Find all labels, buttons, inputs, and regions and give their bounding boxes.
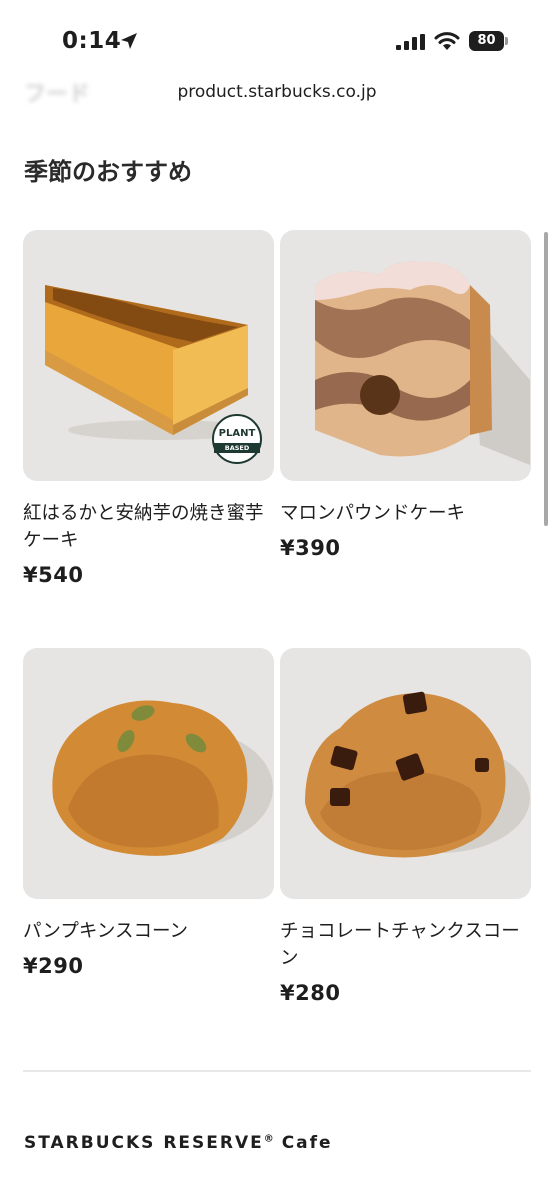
battery-icon: 80 (469, 31, 509, 51)
product-name[interactable]: チョコレートチャンクスコーン (280, 918, 531, 972)
product-image[interactable]: PLANT BASED (23, 230, 274, 481)
registered-mark: ® (263, 1133, 274, 1145)
battery-cap (505, 37, 508, 45)
product-price: ¥390 (280, 536, 341, 560)
product-card[interactable]: パンプキンスコーン ¥290 (23, 648, 274, 978)
url-label[interactable]: product.starbucks.co.jp (0, 82, 554, 102)
product-name[interactable]: パンプキンスコーン (23, 918, 274, 945)
status-time: 0:14 (62, 28, 122, 54)
cellular-signal-icon (396, 34, 425, 50)
product-image[interactable] (23, 648, 274, 899)
product-image[interactable] (280, 648, 531, 899)
battery-level: 80 (469, 31, 504, 51)
product-name[interactable]: 紅はるかと安納芋の焼き蜜芋ケーキ (23, 500, 274, 554)
badge-top-text: PLANT (218, 428, 256, 439)
section-heading: 季節のおすすめ (24, 158, 192, 186)
product-name[interactable]: マロンパウンドケーキ (280, 500, 531, 527)
status-bar: 0:14 80 (0, 0, 554, 80)
product-card[interactable]: マロンパウンドケーキ ¥390 (280, 230, 531, 560)
scrollbar[interactable] (544, 232, 548, 526)
product-card[interactable]: PLANT BASED 紅はるかと安納芋の焼き蜜芋ケーキ ¥540 (23, 230, 274, 587)
reserve-suffix: Cafe (281, 1133, 333, 1153)
product-price: ¥290 (23, 954, 84, 978)
plant-based-badge: PLANT BASED (212, 414, 262, 464)
chocolate-chunk-scone-image (305, 691, 530, 858)
reserve-section-heading: STARBUCKS RESERVE® Cafe (24, 1133, 333, 1153)
marron-pound-cake-image (315, 261, 530, 465)
product-image[interactable] (280, 230, 531, 481)
product-price: ¥540 (23, 563, 84, 587)
product-page: 0:14 80 フード product.starbucks.co.jp 季節のお… (0, 0, 554, 1200)
location-arrow-icon (121, 33, 137, 49)
product-card[interactable]: チョコレートチャンクスコーン ¥280 (280, 648, 531, 1005)
wifi-icon (434, 32, 460, 50)
product-price: ¥280 (280, 981, 341, 1005)
badge-bottom-text: BASED (214, 443, 260, 453)
section-divider (23, 1070, 531, 1072)
pumpkin-scone-image (52, 700, 273, 856)
reserve-brand: STARBUCKS RESERVE (24, 1133, 264, 1153)
